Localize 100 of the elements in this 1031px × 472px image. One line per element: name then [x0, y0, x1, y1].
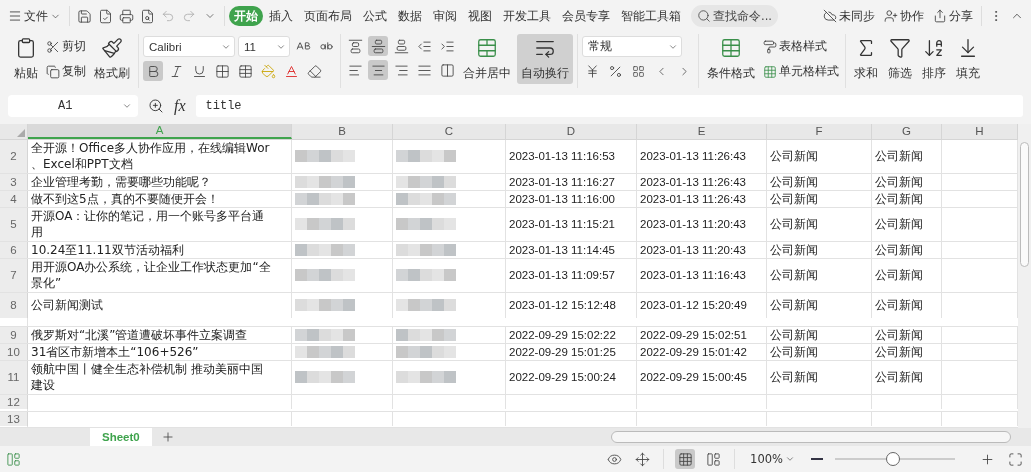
table-cell-text: 公司新闻	[875, 174, 924, 190]
table-cell-text: 用开源OA办公系统，让企业工作状态更加“全	[31, 259, 272, 276]
filter-button[interactable]: 筛选	[884, 34, 916, 84]
cell-style-button[interactable]: 单元格样式	[761, 61, 841, 82]
table-style-button[interactable]: 表格样式	[761, 36, 841, 57]
table-cell-text: 景化”	[31, 275, 63, 292]
table-cell-text: 开源OA：让你的笔记，用一个账号多平台通	[31, 208, 266, 225]
table-cell-text: 2022-09-29 15:00:24	[509, 370, 617, 386]
table-cell-text: 公司新闻	[875, 216, 924, 233]
sum-button[interactable]: 求和	[850, 34, 882, 84]
table-cell-text: 全开源！Office多人协作应用，在线编辑Wor	[31, 140, 271, 157]
collab-button[interactable]: 协作	[880, 5, 928, 27]
column-header[interactable]: B	[292, 124, 393, 139]
table-cell-text: 2023-01-13 11:16:53	[509, 149, 616, 165]
table-cell-text: 公司新闻	[770, 148, 819, 165]
table-cell-text: 公司新闻	[770, 344, 819, 360]
column-header[interactable]: D	[506, 124, 637, 139]
table-cell-text: 公司新闻测试	[31, 297, 104, 314]
table-cell-text: 做不到这5点，真的不要随便开会！	[31, 191, 220, 207]
table-cell-text: 公司新闻	[770, 174, 819, 190]
table-cell-text: 公司新闻	[875, 242, 924, 258]
table-cell-text: 2023-01-13 11:09:57	[509, 268, 616, 284]
column-header[interactable]: E	[637, 124, 767, 139]
row-header[interactable]: 4	[0, 191, 28, 207]
table-cell-text: 公司新闻	[770, 191, 819, 207]
table-cell-text: 2022-09-29 15:02:22	[509, 328, 617, 343]
table-cell-text: 2023-01-13 11:20:43	[640, 243, 747, 258]
table-cell-text: 用	[31, 224, 44, 241]
table-cell-text: 31省区市新增本土“106+526”	[31, 344, 200, 360]
row-header[interactable]: 7	[0, 259, 28, 292]
column-header[interactable]: F	[767, 124, 872, 139]
row-header[interactable]: 2	[0, 140, 28, 173]
font-name-field[interactable]: Calibri	[143, 36, 235, 57]
zoom-menu[interactable]: 100%	[746, 448, 799, 470]
table-cell-text: 2023-01-13 11:14:45	[509, 243, 616, 258]
share-button[interactable]: 分享	[929, 5, 977, 27]
sync-button[interactable]: 未同步	[819, 5, 879, 27]
table-cell-text: 2022-09-29 15:01:42	[640, 345, 748, 360]
table-cell-text: 2023-01-13 11:16:00	[509, 192, 616, 207]
table-cell-text: 俄罗斯对“北溪”管道遭破坏事件立案调查	[31, 327, 249, 343]
row-header[interactable]: 13	[0, 412, 28, 426]
ribbon-tab[interactable]: 审阅	[428, 6, 462, 26]
conditional-format-button[interactable]: 条件格式	[703, 34, 759, 84]
copy-button[interactable]: 复制	[44, 61, 88, 82]
search-field[interactable]: 查找命令...	[691, 5, 778, 27]
row-header[interactable]: 8	[0, 293, 28, 318]
table-cell-text: 公司新闻	[770, 242, 819, 258]
wrap-text-button[interactable]: 自动换行	[517, 34, 573, 84]
table-cell-text: 2022-09-29 15:01:25	[509, 345, 617, 360]
fill-button[interactable]: 填充	[952, 34, 984, 84]
table-cell-text: 2023-01-13 11:26:43	[640, 175, 747, 190]
ribbon-tab[interactable]: 数据	[393, 6, 427, 26]
table-cell-text: 企业管理考勤，需要哪些功能呢？	[31, 174, 212, 190]
column-header[interactable]: C	[393, 124, 506, 139]
format-painter-button[interactable]: 格式刷	[90, 34, 134, 84]
table-cell-text: 2023-01-13 11:20:43	[640, 217, 747, 233]
ribbon-tab[interactable]: 插入	[264, 6, 298, 26]
formula-field[interactable]: title	[195, 95, 1023, 117]
ribbon-tab[interactable]: 页面布局	[299, 6, 357, 26]
row-header[interactable]: 6	[0, 242, 28, 258]
ribbon-tab[interactable]: 会员专享	[557, 6, 615, 26]
paste-button[interactable]: 粘贴	[10, 34, 42, 84]
table-cell-text: 2022-09-29 15:02:51	[640, 328, 748, 343]
table-cell-text: 2023-01-12 15:20:49	[640, 298, 748, 314]
name-box[interactable]: A1	[8, 95, 138, 117]
sort-button[interactable]: 排序	[918, 34, 950, 84]
table-cell-text: 2023-01-13 11:15:21	[509, 217, 616, 233]
row-header[interactable]: 9	[0, 327, 28, 343]
ribbon-tab[interactable]: 智能工具箱	[616, 6, 686, 26]
table-cell-text: 2023-01-13 11:16:27	[509, 175, 616, 190]
row-header[interactable]: 3	[0, 174, 28, 190]
cut-button[interactable]: 剪切	[44, 36, 88, 57]
table-cell-text: 2022-09-29 15:00:45	[640, 370, 748, 386]
column-header[interactable]: G	[872, 124, 942, 139]
table-cell-text: 公司新闻	[770, 297, 819, 314]
function-label[interactable]: fx	[174, 97, 186, 115]
file-menu[interactable]: 文件	[4, 5, 65, 27]
table-cell-text: 公司新闻	[770, 327, 819, 343]
ribbon-tab[interactable]: 公式	[358, 6, 392, 26]
row-header[interactable]: 10	[0, 344, 28, 360]
table-cell-text: 公司新闻	[770, 267, 819, 284]
font-size-field[interactable]: 11	[238, 36, 290, 57]
table-cell-text: 2023-01-13 11:26:43	[640, 149, 747, 165]
merge-center-button[interactable]: 合并居中	[459, 34, 515, 84]
table-cell-text: 公司新闻	[770, 216, 819, 233]
row-header[interactable]: 11	[0, 361, 28, 394]
table-cell-text: 2023-01-13 11:26:43	[640, 192, 747, 207]
table-cell-text: 2023-01-12 15:12:48	[509, 298, 617, 314]
table-cell-text: 公司新闻	[875, 344, 924, 360]
number-format-field[interactable]: 常规	[582, 36, 682, 57]
ribbon-tab[interactable]: 视图	[463, 6, 497, 26]
table-cell-text: 领航中国丨健全生态补偿机制 推动美丽中国	[31, 361, 264, 378]
row-header[interactable]: 5	[0, 208, 28, 241]
table-cell-text: 、Excel和PPT文档	[31, 156, 134, 173]
row-header[interactable]: 12	[0, 395, 28, 409]
table-cell-text: 公司新闻	[875, 327, 924, 343]
table-cell-text: 公司新闻	[875, 191, 924, 207]
ribbon-tab[interactable]: 开发工具	[498, 6, 556, 26]
table-cell-text: 公司新闻	[875, 297, 924, 314]
table-cell-text: 公司新闻	[875, 267, 924, 284]
